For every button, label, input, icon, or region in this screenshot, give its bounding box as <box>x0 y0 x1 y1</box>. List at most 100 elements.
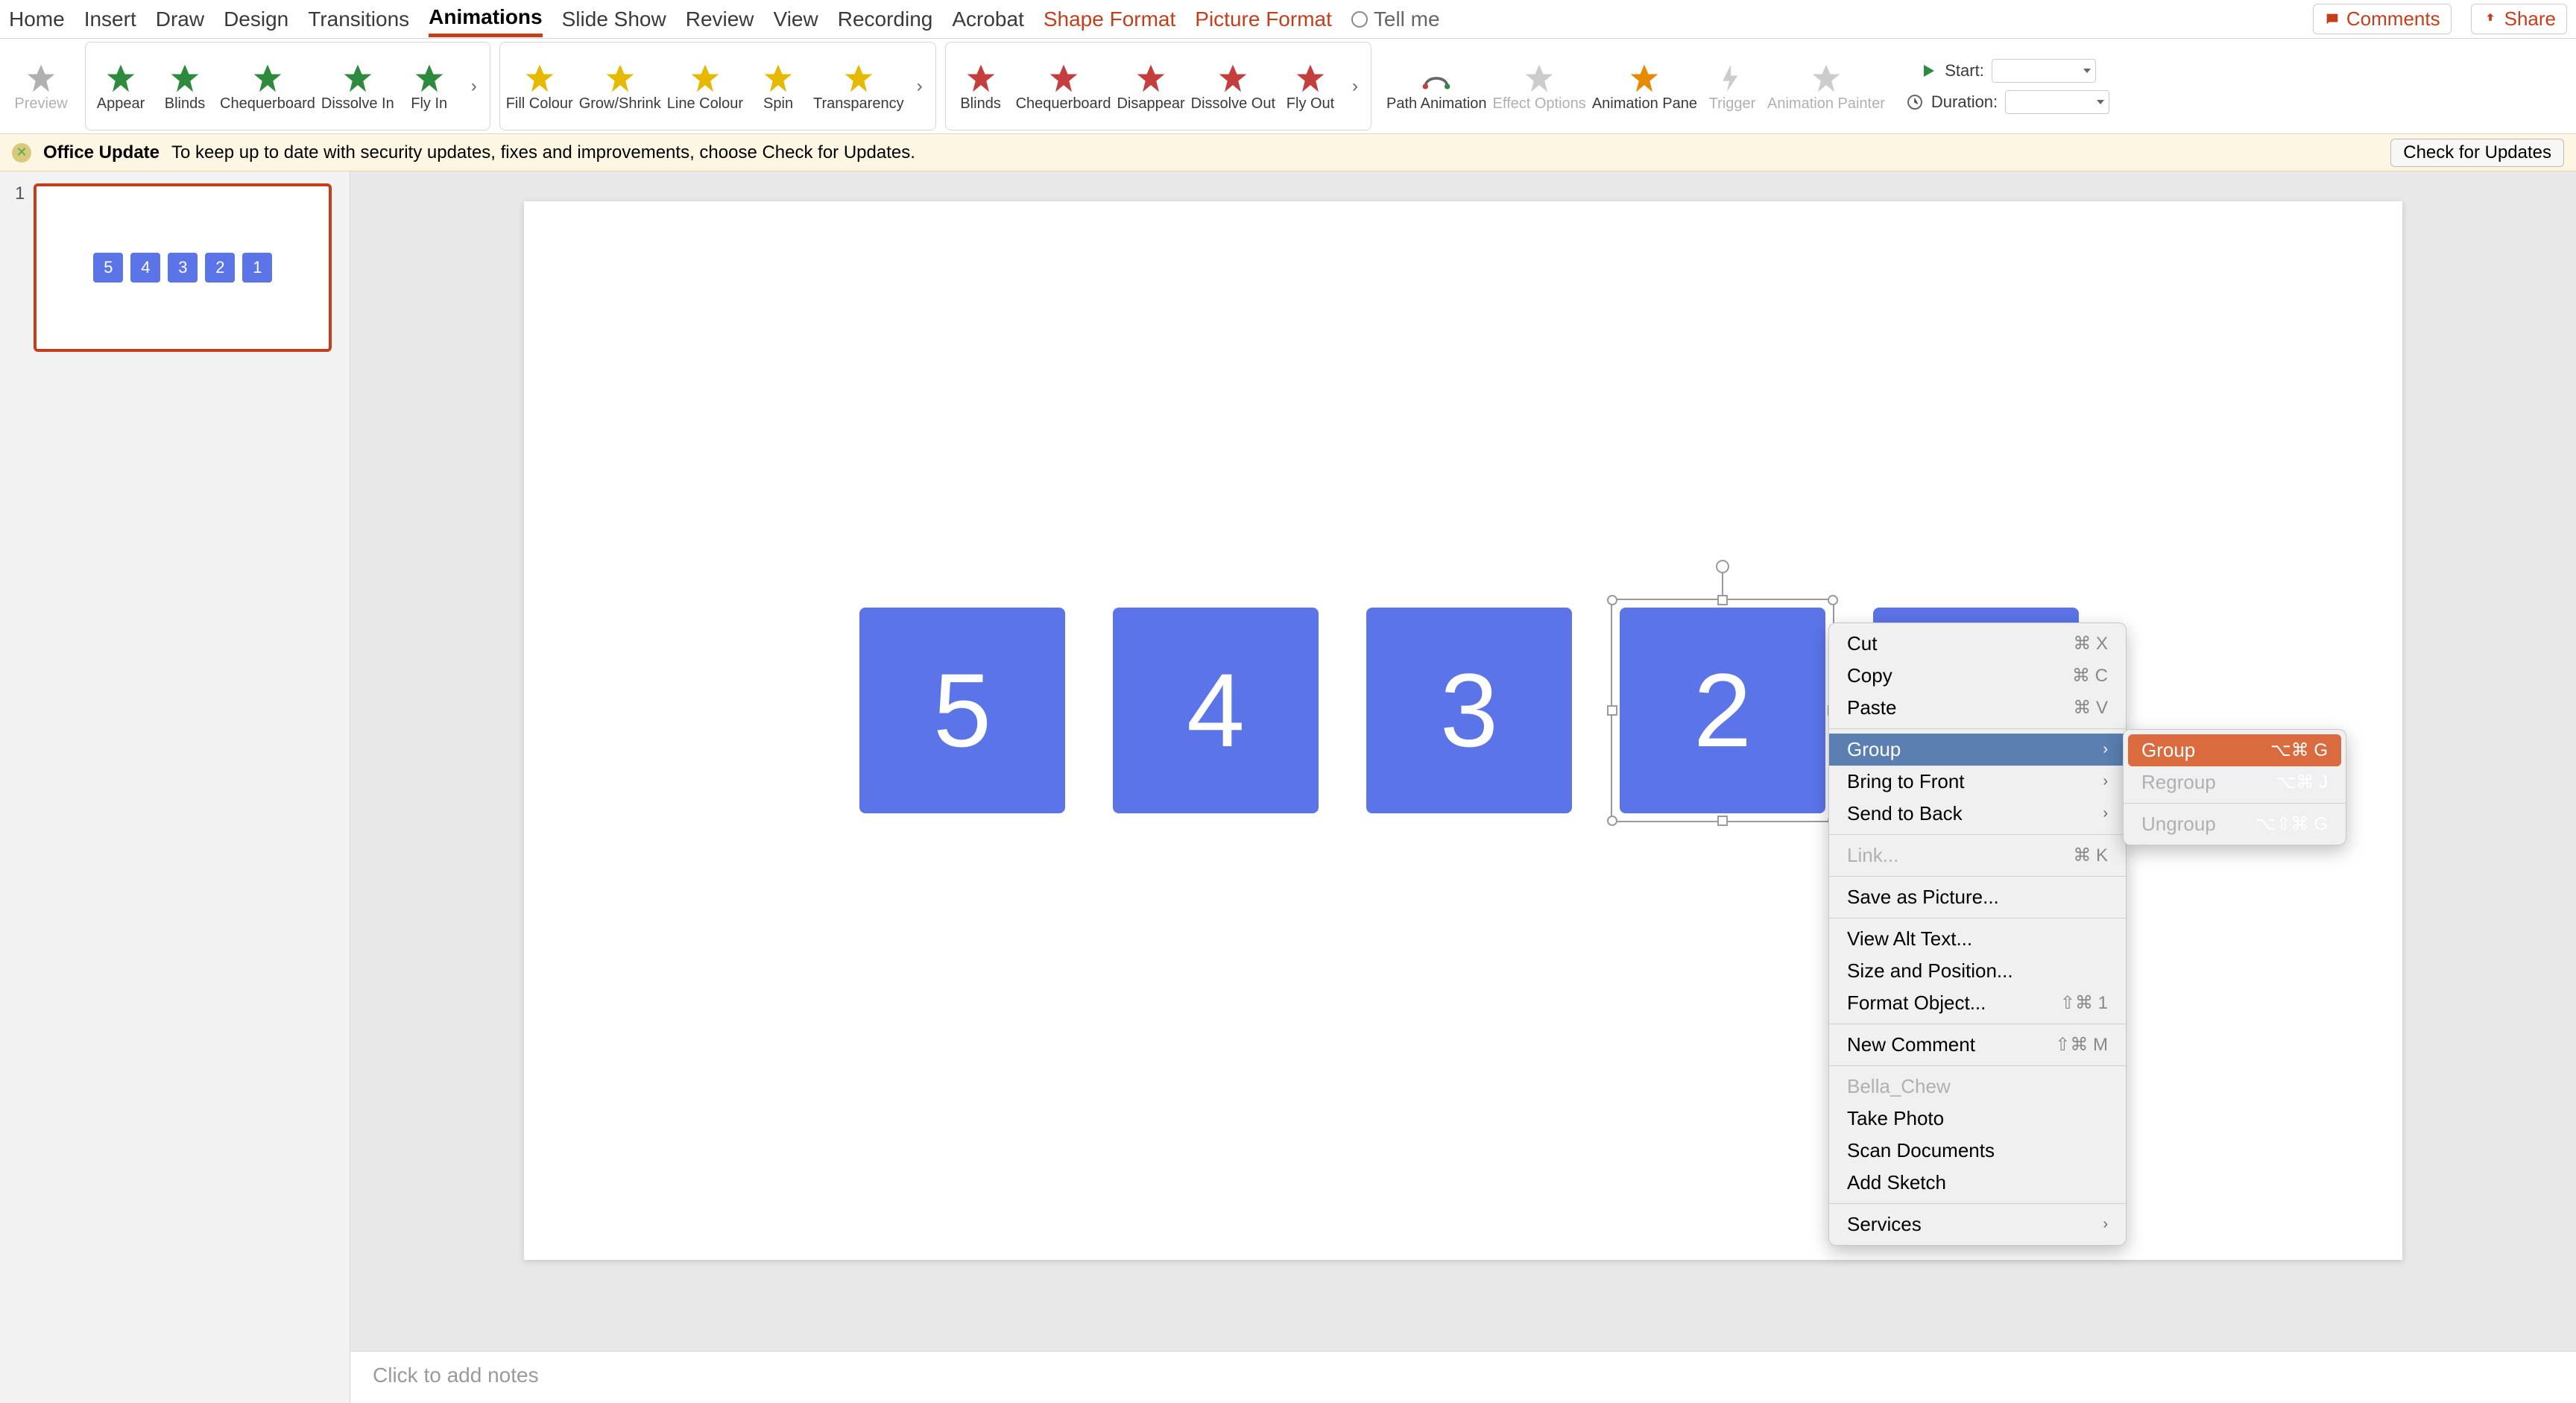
shape-3[interactable]: 3 <box>1366 608 1572 813</box>
ctx-label: Format Object... <box>1847 991 1986 1015</box>
ctx-group[interactable]: Group› Group⌥⌘ G Regroup⌥⌘ J Ungroup⌥⇧⌘ … <box>1829 734 2126 766</box>
star-icon <box>413 62 446 95</box>
mini-shape: 1 <box>242 253 272 283</box>
slide-canvas[interactable]: 5 4 3 2 <box>524 201 2402 1260</box>
sub-group[interactable]: Group⌥⌘ G <box>2128 734 2341 766</box>
effect-exit-blinds[interactable]: Blinds <box>952 62 1010 111</box>
ctx-scan-documents[interactable]: Scan Documents <box>1829 1135 2126 1167</box>
shape-5[interactable]: 5 <box>859 608 1065 813</box>
trigger-button[interactable]: Trigger <box>1703 62 1761 111</box>
tab-animations[interactable]: Animations <box>429 1 542 37</box>
shortcut: ⌘ K <box>2073 845 2108 866</box>
effect-spin[interactable]: Spin <box>749 62 807 111</box>
effect-disappear[interactable]: Disappear <box>1117 62 1184 111</box>
mini-shape: 3 <box>168 253 198 283</box>
close-icon[interactable]: ✕ <box>12 143 31 163</box>
ctx-label: Paste <box>1847 696 1897 719</box>
tab-draw[interactable]: Draw <box>156 3 204 36</box>
star-icon <box>1047 62 1080 95</box>
ctx-add-sketch[interactable]: Add Sketch <box>1829 1167 2126 1199</box>
more-exit[interactable]: › <box>1345 76 1365 97</box>
ctx-copy[interactable]: Copy⌘ C <box>1829 660 2126 692</box>
trigger-icon <box>1716 62 1749 95</box>
sub-ungroup[interactable]: Ungroup⌥⇧⌘ G <box>2124 808 2346 840</box>
play-icon <box>1919 62 1937 80</box>
tab-recording[interactable]: Recording <box>838 3 933 36</box>
main-area: 1 5 4 3 2 1 5 4 3 2 <box>0 171 2576 1403</box>
tab-slideshow[interactable]: Slide Show <box>562 3 666 36</box>
share-button[interactable]: Share <box>2471 4 2567 34</box>
star-icon <box>689 62 722 95</box>
bulb-icon <box>1351 11 1368 28</box>
ctx-link[interactable]: Link...⌘ K <box>1829 839 2126 871</box>
animation-painter-button[interactable]: Animation Painter <box>1767 62 1885 111</box>
ctx-size-position[interactable]: Size and Position... <box>1829 955 2126 987</box>
tab-review[interactable]: Review <box>686 3 754 36</box>
effect-dissolve-in[interactable]: Dissolve In <box>321 62 394 111</box>
timing-group: Start: Duration: <box>1900 42 2115 130</box>
update-title: Office Update <box>43 142 160 163</box>
effect-transparency[interactable]: Transparency <box>813 62 904 111</box>
animation-pane-button[interactable]: Animation Pane <box>1592 62 1697 111</box>
ctx-save-as-picture[interactable]: Save as Picture... <box>1829 881 2126 913</box>
ctx-new-comment[interactable]: New Comment⇧⌘ M <box>1829 1029 2126 1061</box>
ctx-cut[interactable]: Cut⌘ X <box>1829 628 2126 660</box>
rotation-handle[interactable] <box>1716 560 1729 573</box>
more-emphasis[interactable]: › <box>910 76 929 97</box>
ctx-send-to-back[interactable]: Send to Back› <box>1829 798 2126 830</box>
effect-label: Disappear <box>1117 96 1184 111</box>
tab-view[interactable]: View <box>774 3 818 36</box>
shortcut: ⇧⌘ 1 <box>2060 992 2108 1014</box>
resize-handle[interactable] <box>1717 595 1728 605</box>
exit-effects: Blinds Chequerboard Disappear Dissolve O… <box>945 42 1371 130</box>
resize-handle[interactable] <box>1607 816 1617 826</box>
effect-grow-shrink[interactable]: Grow/Shrink <box>579 62 661 111</box>
effect-fill-colour[interactable]: Fill Colour <box>506 62 573 111</box>
path-animation-button[interactable]: Path Animation <box>1386 62 1487 111</box>
canvas-scroll[interactable]: 5 4 3 2 <box>350 171 2576 1351</box>
tell-me[interactable]: Tell me <box>1351 7 1440 31</box>
effect-blinds[interactable]: Blinds <box>156 62 214 111</box>
duration-field[interactable] <box>2005 90 2109 114</box>
ctx-label: Regroup <box>2141 771 2216 794</box>
ctx-format-object[interactable]: Format Object... ⇧⌘ 1 <box>1829 987 2126 1019</box>
tab-acrobat[interactable]: Acrobat <box>952 3 1024 36</box>
resize-handle[interactable] <box>1607 595 1617 605</box>
effect-fly-out[interactable]: Fly Out <box>1281 62 1339 111</box>
ctx-label: Group <box>1847 738 1901 761</box>
start-field[interactable] <box>1992 59 2096 83</box>
ctx-paste[interactable]: Paste⌘ V <box>1829 692 2126 724</box>
effect-appear[interactable]: Appear <box>92 62 150 111</box>
trigger-label: Trigger <box>1709 96 1756 111</box>
share-icon <box>2482 11 2498 28</box>
comments-button[interactable]: Comments <box>2313 4 2452 34</box>
star-icon <box>1134 62 1167 95</box>
ctx-services[interactable]: Services› <box>1829 1208 2126 1240</box>
effect-dissolve-out[interactable]: Dissolve Out <box>1191 62 1275 111</box>
tab-home[interactable]: Home <box>9 3 65 36</box>
resize-handle[interactable] <box>1828 595 1838 605</box>
effect-chequerboard[interactable]: Chequerboard <box>220 62 315 111</box>
effect-fly-in[interactable]: Fly In <box>400 62 458 111</box>
effect-options-button[interactable]: Effect Options <box>1493 62 1586 111</box>
effect-exit-chequerboard[interactable]: Chequerboard <box>1016 62 1111 111</box>
sub-regroup[interactable]: Regroup⌥⌘ J <box>2124 766 2346 798</box>
tab-shape-format[interactable]: Shape Format <box>1044 3 1175 36</box>
effect-line-colour[interactable]: Line Colour <box>667 62 743 111</box>
tab-design[interactable]: Design <box>224 3 288 36</box>
tab-picture-format[interactable]: Picture Format <box>1195 3 1332 36</box>
mini-shape: 5 <box>93 253 123 283</box>
check-updates-button[interactable]: Check for Updates <box>2390 139 2564 167</box>
resize-handle[interactable] <box>1717 816 1728 826</box>
thumbnail-1[interactable]: 1 5 4 3 2 1 <box>15 183 335 352</box>
tab-transitions[interactable]: Transitions <box>308 3 409 36</box>
ctx-bring-to-front[interactable]: Bring to Front› <box>1829 766 2126 798</box>
ctx-take-photo[interactable]: Take Photo <box>1829 1103 2126 1135</box>
resize-handle[interactable] <box>1607 705 1617 716</box>
more-entrance[interactable]: › <box>464 76 484 97</box>
shape-4[interactable]: 4 <box>1113 608 1319 813</box>
notes-pane[interactable]: Click to add notes <box>350 1351 2576 1403</box>
preview-button[interactable]: Preview <box>12 62 70 111</box>
tab-insert[interactable]: Insert <box>84 3 136 36</box>
ctx-view-alt-text[interactable]: View Alt Text... <box>1829 923 2126 955</box>
